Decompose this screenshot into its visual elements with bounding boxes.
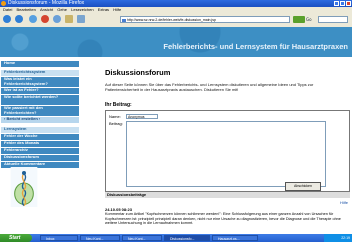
- nav-was-leistet[interactable]: Was leistet ein Fehlerberichtssystem?: [1, 76, 79, 87]
- navigation-toolbar: http://www.sz.nrw-2.de/fehler-web/fe-dis…: [0, 12, 352, 28]
- taskbar-item[interactable]: Inbox: [40, 235, 78, 241]
- submit-wrap: Abschicken: [285, 182, 321, 191]
- close-button[interactable]: [346, 1, 351, 6]
- sidebar: Home Fehlerberichtssystem Was leistet ei…: [0, 57, 80, 242]
- form-title: Ihr Beitrag:: [105, 102, 132, 108]
- help-link[interactable]: Hilfe: [340, 200, 348, 205]
- firefox-icon: [1, 1, 6, 6]
- nav-home[interactable]: Home: [1, 60, 79, 67]
- comment-form: Name: Anonymus Beitrag:: [105, 110, 350, 192]
- minimize-button[interactable]: [334, 1, 339, 6]
- caduceus-logo-icon: [10, 167, 38, 207]
- taskbar: Start Inbox Neu Kont... Neu Kont... Disk…: [0, 234, 352, 242]
- page-title: Diskussionsforum: [105, 68, 171, 77]
- nav-wie-passiert[interactable]: Wie passiert mit den Fehlerberichten?: [1, 105, 79, 116]
- stop-icon[interactable]: [41, 15, 49, 23]
- window-title-bar: Diskussionsforum - Mozilla Firefox: [0, 0, 352, 7]
- address-text: http://www.sz.nrw-2.de/fehler-web/fe-dis…: [127, 18, 216, 22]
- address-bar[interactable]: http://www.sz.nrw-2.de/fehler-web/fe-dis…: [120, 16, 290, 23]
- search-input[interactable]: [318, 16, 348, 23]
- intro-text: Auf dieser Seite können Sie über das Feh…: [105, 82, 314, 92]
- taskbar-item[interactable]: Neu Kont...: [80, 235, 120, 241]
- system-tray-clock: 22:19: [324, 234, 352, 242]
- submit-button[interactable]: Abschicken: [285, 182, 321, 191]
- back-icon[interactable]: [3, 15, 11, 23]
- taskbar-item-active[interactable]: Diskussionsfo...: [164, 235, 210, 241]
- beitrag-label: Beitrag:: [109, 121, 123, 126]
- page-icon: [122, 18, 126, 22]
- name-field[interactable]: Anonymus: [126, 114, 158, 119]
- name-label: Name:: [109, 114, 121, 119]
- site-banner: Fehlerberichts- und Lernsystem für Hausa…: [0, 27, 352, 57]
- taskbar-item[interactable]: Hausarzt.ps...: [212, 235, 258, 241]
- go-label[interactable]: Go: [306, 16, 312, 23]
- forward-icon[interactable]: [15, 15, 23, 23]
- beitrag-textarea[interactable]: [126, 121, 326, 187]
- print-icon[interactable]: [77, 15, 85, 23]
- post-text: Kommentar zum Artikel "Kopfschmerzen kön…: [105, 212, 341, 226]
- home-icon[interactable]: [53, 15, 61, 23]
- reload-icon[interactable]: [29, 15, 37, 23]
- maximize-button[interactable]: [340, 1, 345, 6]
- posts-heading: Diskussionsbeiträge: [105, 192, 350, 198]
- window-title: Diskussionsforum - Mozilla Firefox: [8, 0, 85, 6]
- nav-wie-sollte[interactable]: Wie sollte berichtet werden?: [1, 94, 79, 105]
- site-title: Fehlerberichts- und Lernsystem für Hausa…: [163, 42, 348, 51]
- bookmark-icon[interactable]: [65, 15, 73, 23]
- main-content: Diskussionsforum Auf dieser Seite können…: [85, 57, 350, 242]
- taskbar-item[interactable]: Neu Kont...: [122, 235, 162, 241]
- go-icon[interactable]: [293, 16, 305, 23]
- start-button[interactable]: Start: [0, 234, 32, 242]
- nav-bericht-erstellen[interactable]: › Bericht erstellen ‹: [1, 116, 79, 123]
